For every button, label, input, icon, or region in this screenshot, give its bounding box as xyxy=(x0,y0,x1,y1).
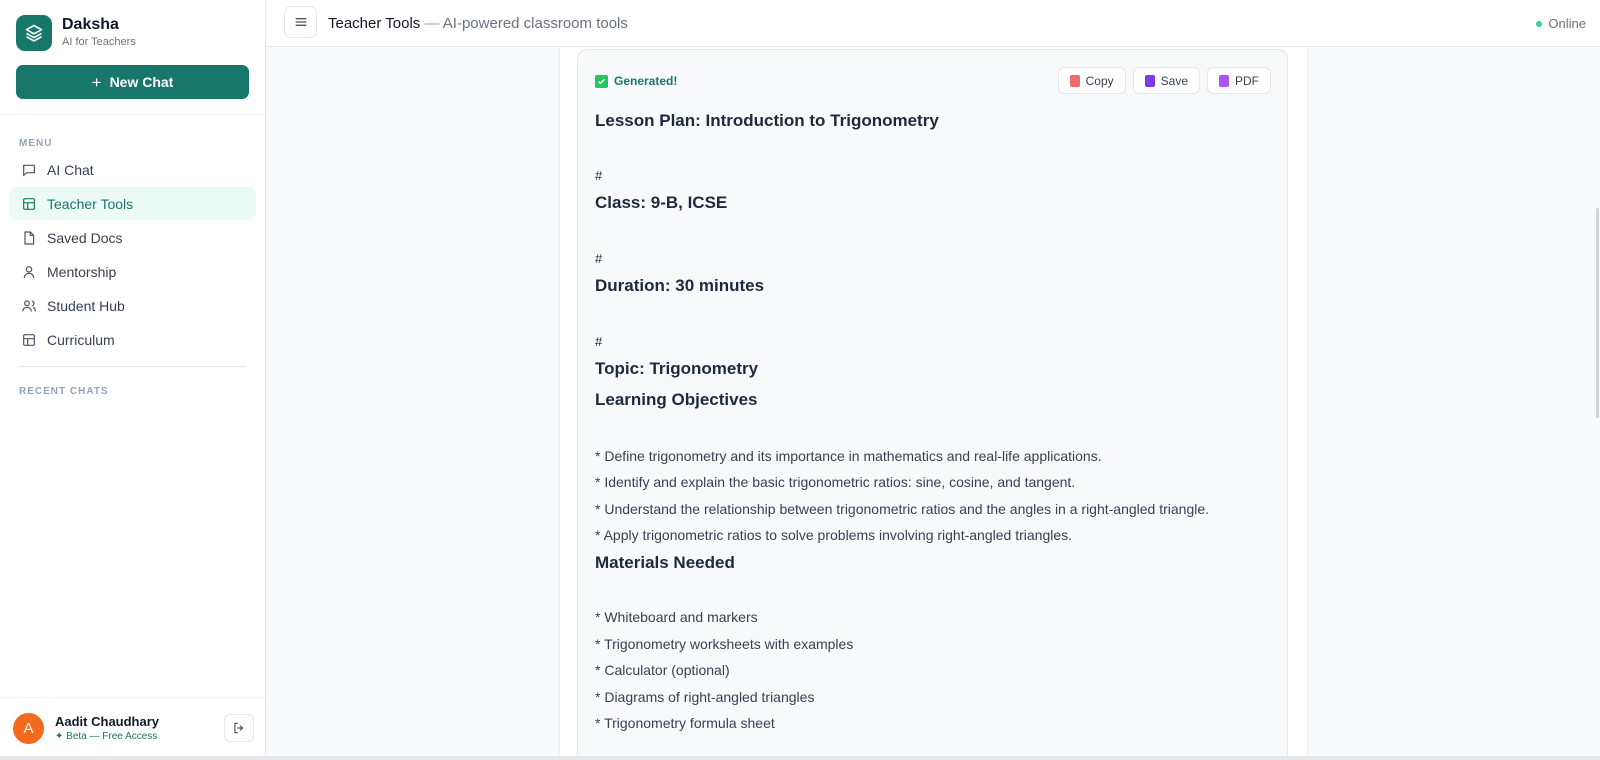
top-bar: Teacher Tools — AI-powered classroom too… xyxy=(267,0,1600,47)
doc-bullet: * Define trigonometry and its importance… xyxy=(595,448,1102,464)
pdf-label: PDF xyxy=(1235,73,1259,88)
doc-heading: Class: 9-B, ICSE xyxy=(595,193,728,212)
doc-heading: Topic: Trigonometry xyxy=(595,359,759,378)
clipboard-icon xyxy=(1069,74,1080,87)
menu-section-label: MENU xyxy=(19,138,53,149)
check-icon xyxy=(595,74,608,88)
sidebar-item-label: Curriculum xyxy=(47,331,115,348)
copy-label: Copy xyxy=(1085,73,1114,88)
doc-bullet: * Apply trigonometric ratios to solve pr… xyxy=(595,527,1073,543)
brand[interactable]: Daksha AI for Teachers xyxy=(16,15,136,51)
sidebar-item-mentorship[interactable]: Mentorship xyxy=(10,255,256,288)
recent-chats-label: RECENT CHATS xyxy=(19,386,109,397)
page-title: Teacher Tools — AI-powered classroom too… xyxy=(328,15,628,32)
new-chat-button[interactable]: + New Chat xyxy=(16,65,249,99)
message-icon xyxy=(23,164,35,176)
doc-bullet: * Diagrams of right-angled triangles xyxy=(595,689,815,705)
generated-label: Generated! xyxy=(614,74,678,88)
doc-bullet: * Calculator (optional) xyxy=(595,662,730,678)
doc-bullet: * Whiteboard and markers xyxy=(595,609,758,625)
sidebar-item-label: Student Hub xyxy=(47,297,125,314)
plus-icon: + xyxy=(91,72,102,92)
layout-icon xyxy=(23,333,35,346)
brand-name: Daksha xyxy=(62,16,119,33)
doc-bullet: * Trigonometry worksheets with examples xyxy=(595,636,854,652)
sidebar-item-saved-docs[interactable]: Saved Docs xyxy=(10,221,256,254)
sidebar-item-teacher-tools[interactable]: Teacher Tools xyxy=(10,187,256,220)
logout-button[interactable] xyxy=(224,714,254,742)
doc-hash: # xyxy=(595,251,603,266)
layers-icon xyxy=(16,15,52,51)
logout-icon xyxy=(234,722,244,734)
page-scrollbar[interactable] xyxy=(1594,48,1600,760)
window-bottom-edge xyxy=(0,756,1600,760)
user-plan: ✦ Beta — Free Access xyxy=(55,731,158,742)
online-dot-icon xyxy=(1536,20,1543,27)
generated-status: Generated! xyxy=(595,74,677,88)
hamburger-icon xyxy=(295,18,306,26)
result-actions: Copy Save PDF xyxy=(1057,67,1271,94)
doc-hash: # xyxy=(595,334,603,349)
menu-toggle-button[interactable] xyxy=(284,6,317,38)
divider xyxy=(19,366,246,367)
save-label: Save xyxy=(1160,73,1188,88)
title-separator: — xyxy=(424,15,440,32)
sidebar-item-curriculum[interactable]: Curriculum xyxy=(10,323,256,356)
avatar[interactable]: A xyxy=(13,713,44,744)
sidebar-item-label: Mentorship xyxy=(47,263,117,280)
sidebar-item-ai-chat[interactable]: AI Chat xyxy=(10,153,256,186)
doc-heading: Lesson Plan: Introduction to Trigonometr… xyxy=(595,111,939,130)
page-subtitle: AI-powered classroom tools xyxy=(442,15,628,32)
brand-tagline: AI for Teachers xyxy=(62,36,136,48)
user-icon xyxy=(23,265,35,278)
user-name: Aadit Chaudhary xyxy=(55,714,160,729)
page-title-main: Teacher Tools xyxy=(328,15,421,32)
scrollbar-thumb[interactable] xyxy=(1596,208,1599,418)
doc-heading: Learning Objectives xyxy=(595,390,758,409)
status-indicator: Online xyxy=(1536,16,1586,31)
doc-heading: Materials Needed xyxy=(595,553,735,572)
divider xyxy=(0,114,266,115)
users-icon xyxy=(22,299,36,311)
doc-bullet: * Trigonometry formula sheet xyxy=(595,715,775,731)
doc-heading: Duration: 30 minutes xyxy=(595,276,765,295)
doc-hash: # xyxy=(595,168,603,183)
status-text: Online xyxy=(1548,16,1586,31)
download-icon xyxy=(1219,74,1229,87)
save-button[interactable]: Save xyxy=(1132,67,1200,94)
floppy-disk-icon xyxy=(1144,74,1155,87)
doc-bullet: * Identify and explain the basic trigono… xyxy=(595,474,1076,490)
sidebar: Daksha AI for Teachers + New Chat MENU A… xyxy=(0,0,266,760)
file-icon xyxy=(24,230,35,245)
sidebar-item-student-hub[interactable]: Student Hub xyxy=(10,289,256,322)
user-profile: A Aadit Chaudhary ✦ Beta — Free Access xyxy=(0,697,266,760)
copy-button[interactable]: Copy xyxy=(1057,67,1126,94)
main-content: Generated! Copy Save PDF Lesson Plan: In… xyxy=(559,48,1308,760)
layout-icon xyxy=(23,197,35,210)
new-chat-label: New Chat xyxy=(109,74,174,90)
sidebar-item-label: Teacher Tools xyxy=(47,195,134,212)
sidebar-item-label: Saved Docs xyxy=(47,229,123,246)
generated-result-card: Generated! Copy Save PDF Lesson Plan: In… xyxy=(577,49,1288,760)
doc-bullet: * Understand the relationship between tr… xyxy=(595,501,1210,517)
pdf-button[interactable]: PDF xyxy=(1207,67,1271,94)
sidebar-item-label: AI Chat xyxy=(47,161,94,178)
